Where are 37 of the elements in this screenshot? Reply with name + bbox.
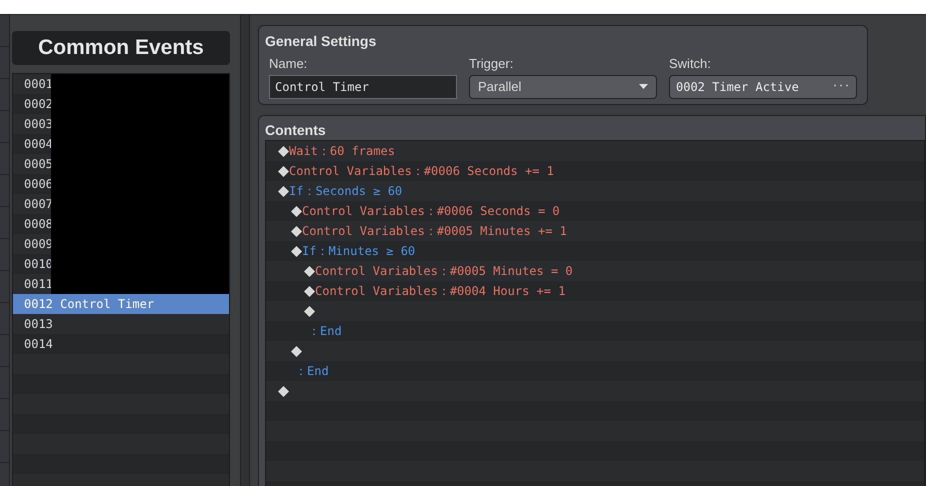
browse-button[interactable]: ··· bbox=[830, 79, 852, 94]
event-command[interactable]: Control Variables：#0006 Seconds += 1 bbox=[289, 162, 554, 180]
event-list-item[interactable]: 0011 bbox=[13, 274, 51, 294]
diamond-icon bbox=[304, 306, 315, 316]
end-command[interactable]: ：End bbox=[308, 322, 342, 340]
diamond-icon bbox=[304, 266, 315, 276]
event-list-item[interactable]: 0001 bbox=[13, 74, 51, 94]
event-command[interactable]: Wait：60 frames bbox=[289, 142, 395, 160]
diamond-icon bbox=[278, 146, 289, 156]
event-command[interactable]: Control Variables：#0006 Seconds = 0 bbox=[302, 202, 560, 220]
end-command[interactable]: ：End bbox=[295, 362, 329, 380]
event-list-item[interactable]: 0013 bbox=[13, 314, 229, 334]
diamond-icon bbox=[291, 206, 302, 216]
switch-value: 0002 Timer Active bbox=[676, 78, 799, 96]
caret-icon bbox=[639, 84, 648, 89]
diamond-icon bbox=[304, 286, 315, 296]
if-command[interactable]: If：Minutes ≥ 60 bbox=[302, 242, 416, 260]
diamond-icon bbox=[291, 246, 302, 256]
event-list-item[interactable]: 0012 Control Timer bbox=[13, 294, 229, 314]
diamond-icon bbox=[291, 226, 302, 236]
group-title: General Settings bbox=[265, 32, 378, 51]
event-command[interactable]: Control Variables：#0004 Hours += 1 bbox=[315, 282, 566, 300]
panel-title: Common Events bbox=[12, 31, 230, 65]
name-field[interactable]: Control Timer bbox=[269, 74, 457, 98]
event-list-item[interactable]: 0005 bbox=[13, 154, 51, 174]
field-label: Name: bbox=[269, 55, 308, 73]
diamond-icon bbox=[278, 386, 289, 396]
group-title: Contents bbox=[265, 121, 327, 140]
field-label: Trigger: bbox=[469, 55, 514, 73]
event-list-item[interactable]: 0007 bbox=[13, 194, 51, 214]
event-list-item[interactable]: 0003 bbox=[13, 114, 51, 134]
diamond-icon bbox=[291, 346, 302, 356]
diamond-icon bbox=[278, 186, 289, 196]
trigger-dropdown[interactable]: Parallel bbox=[469, 74, 657, 98]
if-command[interactable]: If：Seconds ≥ 60 bbox=[289, 182, 402, 200]
field-label: Switch: bbox=[669, 55, 712, 73]
diamond-icon bbox=[278, 166, 289, 176]
